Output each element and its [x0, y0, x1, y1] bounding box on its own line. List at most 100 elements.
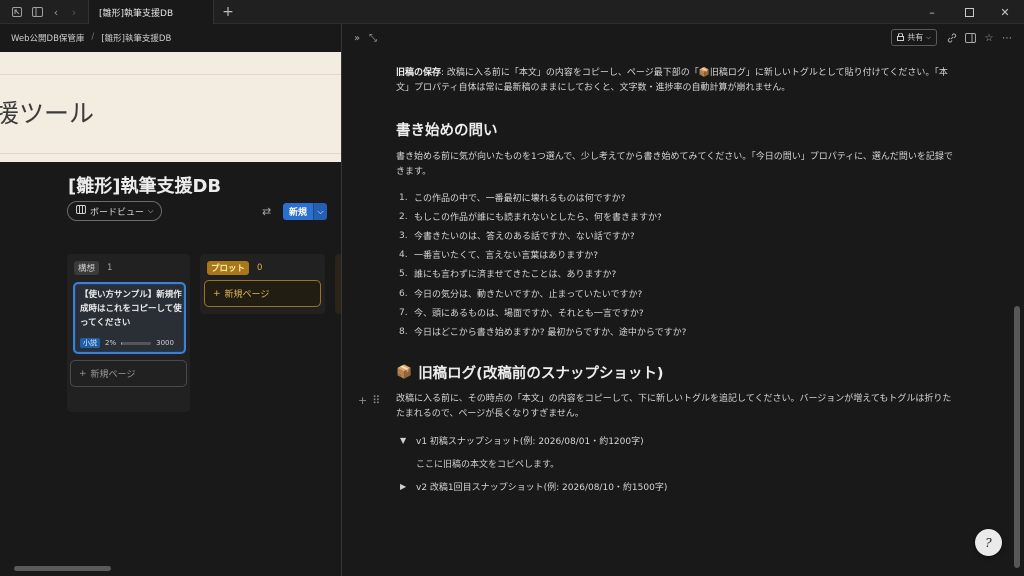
toggle-block[interactable]: ▶ v2 改稿1回目スナップショット(例: 2026/08/10・約1500字) — [400, 480, 667, 493]
new-button-label[interactable]: 新規 — [283, 203, 314, 220]
app-icon[interactable] — [8, 0, 26, 24]
list-item-text: もしこの作品が誰にも読まれないとしたら、何を書きますか? — [414, 213, 662, 223]
column-header: プロット 0 — [207, 261, 262, 275]
add-block-icon[interactable]: + — [358, 394, 367, 407]
list-item-text: 今日はどこから書き始めますか? 最初からですか、途中からですか? — [414, 328, 687, 338]
new-entry-button[interactable]: 新規 ⌵ — [283, 203, 328, 220]
heading-text: 書き始めの問い — [396, 123, 498, 139]
chevron-down-icon[interactable]: ⌵ — [313, 203, 328, 220]
list-number: 4. — [399, 249, 408, 260]
cover-rule — [0, 74, 341, 75]
list-number: 8. — [399, 326, 408, 337]
status-badge: プロット — [207, 261, 250, 275]
block-controls: + ⠿ — [358, 394, 380, 407]
list-item[interactable]: 4. 一番言いたくて、言えない言葉はありますか? — [396, 245, 598, 264]
new-page-label: 新規ページ — [224, 290, 270, 300]
list-number: 5. — [399, 268, 408, 279]
chevron-down-icon: ⌵ — [926, 33, 931, 41]
card-title: 【使い方サンプル】新規作成時はこれをコピーして使ってください — [80, 290, 182, 328]
cover-rule — [0, 153, 341, 154]
maximize-icon[interactable] — [954, 0, 984, 24]
cover-text: 援ツール — [0, 99, 95, 128]
toggle-label: v2 改稿1回目スナップショット(例: 2026/08/10・約1500字) — [416, 483, 668, 493]
tab-active[interactable]: [雛形]執筆支援DB — [88, 0, 214, 24]
sidebar-toggle-icon[interactable] — [28, 0, 46, 24]
list-number: 2. — [399, 211, 408, 222]
list-item[interactable]: 6. 今日の気分は、動きたいですか、止まっていたいですか? — [396, 284, 642, 303]
list-item[interactable]: 5. 誰にも言わずに済ませてきたことは、ありますか? — [396, 264, 616, 283]
progress-label: 2% — [105, 339, 117, 347]
collapse-panel-icon[interactable]: » — [350, 30, 364, 46]
view-switcher[interactable]: ボードビュー ⌵ — [67, 201, 162, 221]
sort-icon[interactable]: ⇄ — [262, 205, 271, 218]
heading-writing-prompts[interactable]: 書き始めの問い — [396, 119, 498, 140]
expand-icon[interactable]: ⤡ — [366, 30, 380, 46]
chevron-down-icon: ⌵ — [148, 206, 154, 215]
list-number: 7. — [399, 307, 408, 318]
toggle-label: v1 初稿スナップショット(例: 2026/08/01・約1200字) — [416, 437, 644, 447]
status-badge: 構想 — [74, 261, 100, 275]
link-icon[interactable] — [945, 30, 959, 46]
minimize-icon[interactable]: – — [917, 0, 947, 24]
intro-bold: 旧稿の保存 — [396, 68, 442, 78]
prompts-paragraph[interactable]: 書き始める前に気が向いたものを1つ選んで、少し考えてから書き始めてみてください。… — [396, 150, 956, 180]
new-page-label: 新規ページ — [90, 370, 136, 380]
breadcrumb: Web公開DB保管庫 / [雛形]執筆支援DB — [11, 32, 171, 44]
list-item-text: 今、頭にあるものは、場面ですか、それとも一言ですか? — [414, 309, 644, 319]
new-page-button[interactable]: + 新規ページ — [204, 280, 321, 307]
list-item[interactable]: 2. もしこの作品が誰にも読まれないとしたら、何を書きますか? — [396, 207, 662, 226]
list-number: 3. — [399, 230, 408, 241]
toggle-block[interactable]: ▼ v1 初稿スナップショット(例: 2026/08/01・約1200字) — [400, 434, 644, 447]
breadcrumb-separator: / — [91, 32, 95, 42]
cover-image: 援ツール — [0, 52, 341, 162]
toggle-content[interactable]: ここに旧稿の本文をコピペします。 — [416, 457, 559, 470]
word-count: 3000 — [156, 339, 174, 347]
database-title[interactable]: [雛形]執筆支援DB — [68, 172, 221, 198]
lock-icon — [897, 32, 905, 43]
close-icon[interactable]: ✕ — [990, 0, 1020, 24]
intro-paragraph[interactable]: 旧稿の保存: 改稿に入る前に「本文」の内容をコピーし、ページ最下部の「📦旧稿ログ… — [396, 66, 956, 96]
list-item[interactable]: 7. 今、頭にあるものは、場面ですか、それとも一言ですか? — [396, 303, 644, 322]
heading-text: 旧稿ログ(改稿前のスナップショット) — [418, 366, 664, 382]
plus-icon: + — [213, 288, 221, 299]
more-options-icon[interactable]: ⋯ — [1000, 30, 1014, 46]
share-label: 共有 — [907, 33, 924, 42]
progress-bar — [121, 341, 152, 345]
genre-tag: 小説 — [80, 338, 100, 348]
sidebar-toggle-icon[interactable] — [963, 30, 977, 46]
column-count: 1 — [107, 263, 113, 273]
column-count: 0 — [257, 263, 263, 273]
horizontal-scrollbar[interactable] — [14, 566, 111, 571]
breadcrumb-item-page[interactable]: [雛形]執筆支援DB — [101, 32, 171, 44]
list-number: 1. — [399, 192, 408, 203]
share-button[interactable]: 共有 ⌵ — [891, 29, 937, 46]
column-header: 構想 1 — [74, 261, 112, 275]
list-item[interactable]: 3. 今書きたいのは、答えのある話ですか、ない話ですか? — [396, 226, 635, 245]
progress-bar-fill — [121, 341, 122, 345]
card-properties: 小説 2% 3000 — [80, 338, 174, 348]
breadcrumb-item-workspace[interactable]: Web公開DB保管庫 — [11, 32, 84, 44]
board-view-icon — [76, 205, 86, 217]
star-icon[interactable]: ☆ — [982, 30, 996, 46]
new-tab-button[interactable]: + — [220, 0, 236, 24]
forward-icon[interactable]: › — [65, 0, 83, 24]
help-button[interactable]: ? — [975, 529, 1002, 556]
title-bar: ‹ › [雛形]執筆支援DB + – ✕ — [0, 0, 1024, 24]
tab-title: [雛形]執筆支援DB — [99, 8, 174, 19]
new-page-button[interactable]: + 新規ページ — [70, 360, 187, 387]
database-page: Web公開DB保管庫 / [雛形]執筆支援DB 援ツール [雛形]執筆支援DB … — [0, 24, 341, 576]
list-item[interactable]: 1. この作品の中で、一番最初に壊れるものは何ですか? — [396, 188, 625, 207]
drag-handle-icon[interactable]: ⠿ — [372, 394, 380, 407]
draft-log-paragraph[interactable]: 改稿に入る前に、その時点の「本文」の内容をコピーして、下に新しいトグルを追記して… — [396, 392, 956, 422]
intro-text: : 改稿に入る前に「本文」の内容をコピーし、ページ最下部の「📦旧稿ログ」に新しい… — [396, 68, 948, 93]
toggle-closed-icon[interactable]: ▶ — [400, 482, 410, 491]
view-label: ボードビュー — [90, 207, 145, 218]
board-card[interactable]: 【使い方サンプル】新規作成時はこれをコピーして使ってください 小説 2% 300… — [73, 282, 186, 354]
heading-draft-log[interactable]: 📦 旧稿ログ(改稿前のスナップショット) — [396, 362, 663, 383]
package-icon: 📦 — [396, 365, 413, 380]
back-icon[interactable]: ‹ — [47, 0, 65, 24]
list-item-text: 誰にも言わずに済ませてきたことは、ありますか? — [414, 270, 617, 280]
vertical-scrollbar[interactable] — [1014, 306, 1020, 568]
list-item[interactable]: 8. 今日はどこから書き始めますか? 最初からですか、途中からですか? — [396, 322, 686, 341]
toggle-open-icon[interactable]: ▼ — [400, 436, 410, 445]
